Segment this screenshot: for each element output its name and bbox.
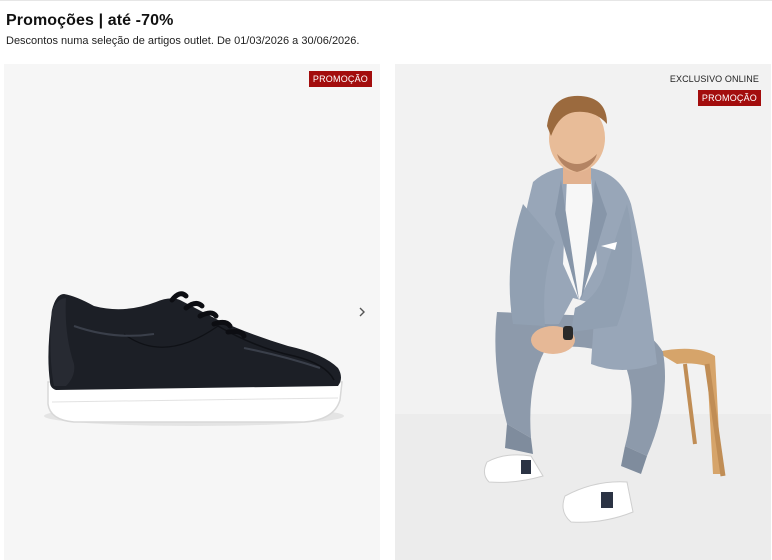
exclusive-online-label: EXCLUSIVO ONLINE <box>669 74 759 84</box>
page-title: Promoções | até -70% <box>6 12 174 29</box>
model-image[interactable] <box>395 64 771 560</box>
product-card-model[interactable]: EXCLUSIVO ONLINE PROMOÇÃO <box>395 64 771 560</box>
promo-description: Descontos numa seleção de artigos outlet… <box>6 35 360 47</box>
promo-badge: PROMOÇÃO <box>697 90 761 106</box>
chevron-right-icon <box>359 307 365 317</box>
top-divider <box>0 0 772 1</box>
product-card-sneaker[interactable]: PROMOÇÃO <box>4 64 380 560</box>
sneaker-image[interactable] <box>4 64 380 560</box>
promo-badge: PROMOÇÃO <box>308 71 372 87</box>
next-image-button[interactable] <box>351 301 373 323</box>
